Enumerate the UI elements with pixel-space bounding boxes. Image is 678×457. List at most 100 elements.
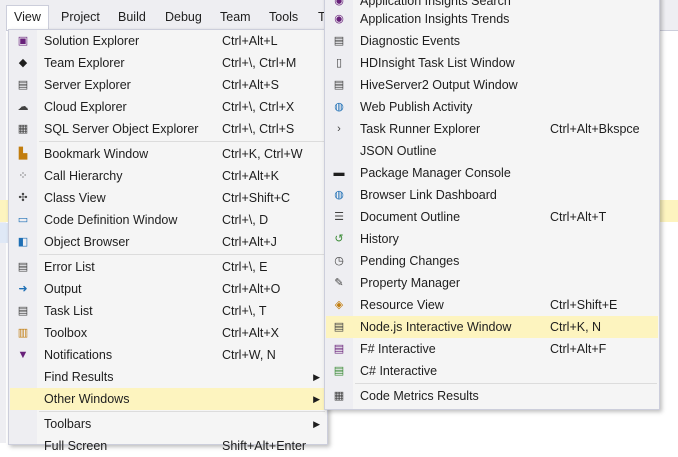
other-windows-item-task-runner-explorer[interactable]: › Task Runner Explorer Ctrl+Alt+Bkspce (326, 118, 658, 140)
menu-item-label: History (360, 232, 399, 246)
menu-item-label: HDInsight Task List Window (360, 56, 515, 70)
pending-changes-icon: ◷ (334, 255, 344, 267)
menu-item-shortcut: Ctrl+\, Ctrl+S (222, 122, 295, 136)
menu-item-shortcut: Ctrl+\, Ctrl+M (222, 56, 297, 70)
other-windows-item-document-outline[interactable]: ☰ Document Outline Ctrl+Alt+T (326, 206, 658, 228)
other-windows-item-web-publish-activity[interactable]: ◍ Web Publish Activity (326, 96, 658, 118)
menu-item-label: Team Explorer (44, 56, 125, 70)
other-windows-item-resource-view[interactable]: ◈ Resource View Ctrl+Shift+E (326, 294, 658, 316)
view-menu-item-call-hierarchy[interactable]: ⁘ Call Hierarchy Ctrl+Alt+K (10, 165, 326, 187)
hdinsight-icon: ▯ (335, 57, 343, 69)
browser-link-icon: ◍ (334, 189, 344, 201)
cloud-icon: ☁ (17, 101, 29, 113)
menu-item-label: Document Outline (360, 210, 461, 224)
error-list-icon: ▤ (17, 261, 29, 273)
server-explorer-icon: ▤ (17, 79, 29, 91)
menu-item-shortcut: Ctrl+Alt+O (222, 282, 281, 296)
menu-item-label: C# Interactive (360, 364, 438, 378)
other-windows-item-diagnostic-events[interactable]: ▤ Diagnostic Events (326, 30, 658, 52)
menu-item-label: Server Explorer (44, 78, 131, 92)
menu-item-label: Class View (44, 191, 106, 205)
view-menu-item-output[interactable]: ➜ Output Ctrl+Alt+O (10, 278, 326, 300)
view-menu-item-object-browser[interactable]: ◧ Object Browser Ctrl+Alt+J (10, 231, 326, 253)
view-menu-item-notifications[interactable]: ▼ Notifications Ctrl+W, N (10, 344, 326, 366)
team-explorer-icon: ◆ (18, 57, 28, 69)
diagnostic-events-icon: ▤ (333, 35, 345, 47)
other-windows-item-package-manager-console[interactable]: ▬ Package Manager Console (326, 162, 658, 184)
menu-item-label: Pending Changes (360, 254, 460, 268)
menu-item-shortcut: Shift+Alt+Enter (222, 439, 307, 453)
menu-item-shortcut: Ctrl+Alt+F (550, 342, 607, 356)
menu-item-label: Property Manager (360, 276, 461, 290)
menu-item-shortcut: Ctrl+Shift+C (222, 191, 291, 205)
bookmark-icon: ▙ (18, 148, 28, 160)
view-menu-item-full-screen[interactable]: Full Screen Shift+Alt+Enter (10, 435, 326, 457)
menu-item-shortcut: Ctrl+\, T (222, 304, 267, 318)
menu-team[interactable]: Team (213, 6, 258, 28)
view-menu-item-code-definition-window[interactable]: ▭ Code Definition Window Ctrl+\, D (10, 209, 326, 231)
other-windows-item-node-js-interactive-window[interactable]: ▤ Node.js Interactive Window Ctrl+K, N (326, 316, 658, 338)
menu-view[interactable]: View (6, 5, 49, 30)
menu-item-label: Task Runner Explorer (360, 122, 481, 136)
view-menu-item-cloud-explorer[interactable]: ☁ Cloud Explorer Ctrl+\, Ctrl+X (10, 96, 326, 118)
app-insights-trends-icon: ◉ (334, 13, 344, 25)
menu-project[interactable]: Project (54, 6, 107, 28)
menu-item-shortcut: Ctrl+K, N (550, 320, 602, 334)
view-menu-item-toolbars[interactable]: Toolbars ▶ (10, 413, 326, 435)
menu-build[interactable]: Build (111, 6, 153, 28)
call-hierarchy-icon: ⁘ (18, 170, 28, 182)
menu-item-shortcut: Ctrl+Alt+X (222, 326, 279, 340)
other-windows-item-code-metrics-results[interactable]: ▦ Code Metrics Results (326, 385, 658, 407)
view-menu-item-sql-server-object-explorer[interactable]: ▦ SQL Server Object Explorer Ctrl+\, Ctrl+… (10, 118, 326, 140)
view-menu: ▣ Solution Explorer Ctrl+Alt+L ◆ Team Explor… (8, 29, 328, 453)
menu-item-label: Other Windows (44, 392, 130, 406)
menu-item-label: Find Results (44, 370, 114, 384)
sql-server-icon: ▦ (17, 123, 29, 135)
menu-tools[interactable]: Tools (262, 6, 305, 28)
other-windows-item-history[interactable]: ↺ History (326, 228, 658, 250)
menu-item-label: F# Interactive (360, 342, 436, 356)
other-windows-item-json-outline[interactable]: JSON Outline (326, 140, 658, 162)
view-menu-item-toolbox[interactable]: ▥ Toolbox Ctrl+Alt+X (10, 322, 326, 344)
view-menu-item-bookmark-window[interactable]: ▙ Bookmark Window Ctrl+K, Ctrl+W (10, 143, 326, 165)
other-windows-item-f-interactive[interactable]: ▤ F# Interactive Ctrl+Alt+F (326, 338, 658, 360)
app-insights-search-icon: ◉ (334, 0, 344, 7)
menu-item-label: JSON Outline (360, 144, 437, 158)
menu-item-shortcut: Ctrl+Alt+S (222, 78, 279, 92)
view-menu-item-class-view[interactable]: ✣ Class View Ctrl+Shift+C (10, 187, 326, 209)
view-menu-item-team-explorer[interactable]: ◆ Team Explorer Ctrl+\, Ctrl+M (10, 52, 326, 74)
menu-item-label: Diagnostic Events (360, 34, 461, 48)
menu-item-label: Full Screen (44, 439, 108, 453)
object-browser-icon: ◧ (17, 236, 29, 248)
view-menu-item-error-list[interactable]: ▤ Error List Ctrl+\, E (10, 256, 326, 278)
view-menu-item-find-results[interactable]: Find Results ▶ (10, 366, 326, 388)
output-icon: ➜ (18, 283, 28, 295)
other-windows-item-browser-link-dashboard[interactable]: ◍ Browser Link Dashboard (326, 184, 658, 206)
view-menu-item-solution-explorer[interactable]: ▣ Solution Explorer Ctrl+Alt+L (10, 30, 326, 52)
menu-item-shortcut: Ctrl+\, Ctrl+X (222, 100, 295, 114)
view-menu-item-task-list[interactable]: ▤ Task List Ctrl+\, T (10, 300, 326, 322)
view-menu-item-server-explorer[interactable]: ▤ Server Explorer Ctrl+Alt+S (10, 74, 326, 96)
resource-view-icon: ◈ (334, 299, 344, 311)
submenu-arrow-icon: ▶ (313, 372, 320, 382)
other-windows-item-hdinsight-task-list-window[interactable]: ▯ HDInsight Task List Window (326, 52, 658, 74)
menu-debug[interactable]: Debug (158, 6, 209, 28)
menu-item-label: Error List (44, 260, 95, 274)
hiveserver-icon: ▤ (333, 79, 345, 91)
view-menu-item-other-windows[interactable]: Other Windows ▶ (10, 388, 326, 410)
menu-item-label: Resource View (360, 298, 444, 312)
task-runner-icon: › (337, 123, 341, 135)
other-windows-item-property-manager[interactable]: ✎ Property Manager (326, 272, 658, 294)
other-windows-item-c-interactive[interactable]: ▤ C# Interactive (326, 360, 658, 382)
document-outline-icon: ☰ (334, 211, 344, 223)
menu-item-label: Web Publish Activity (360, 100, 473, 114)
menu-item-shortcut: Ctrl+Alt+K (222, 169, 279, 183)
other-windows-item-application-insights-trends[interactable]: ◉ Application Insights Trends (326, 8, 658, 30)
menu-item-shortcut: Ctrl+Alt+Bkspce (550, 122, 640, 136)
menu-separator (355, 383, 657, 384)
menu-item-label: SQL Server Object Explorer (44, 122, 199, 136)
menu-item-shortcut: Ctrl+K, Ctrl+W (222, 147, 303, 161)
other-windows-item-pending-changes[interactable]: ◷ Pending Changes (326, 250, 658, 272)
other-windows-item-hiveserver2-output-window[interactable]: ▤ HiveServer2 Output Window (326, 74, 658, 96)
submenu-arrow-icon: ▶ (313, 419, 320, 429)
